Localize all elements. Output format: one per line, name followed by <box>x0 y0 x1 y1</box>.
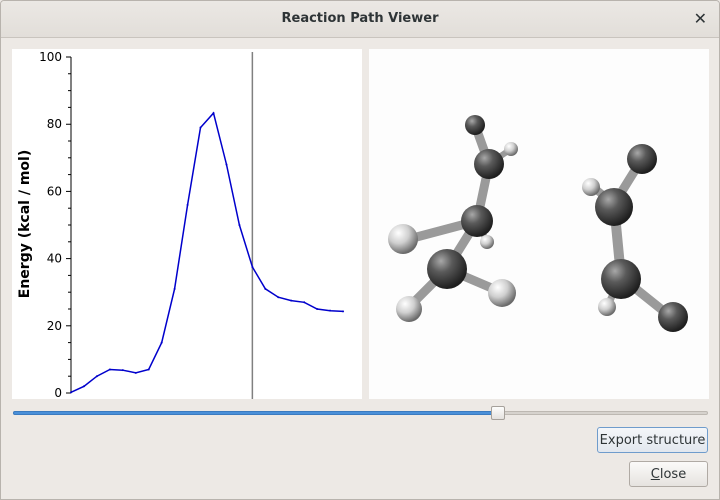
data-point <box>329 309 332 312</box>
data-point <box>277 296 280 299</box>
export-structure-button[interactable]: Export structure <box>597 427 708 453</box>
energy-chart: 0 20 40 60 80 100 Energy (kcal / mol) <box>17 50 345 400</box>
data-point <box>316 308 319 310</box>
energy-series-line <box>70 111 344 393</box>
data-point <box>70 391 72 394</box>
close-label-rest: lose <box>659 466 687 482</box>
close-icon[interactable]: ✕ <box>694 9 707 28</box>
close-button[interactable]: Close <box>629 461 708 487</box>
data-point <box>134 371 137 374</box>
y-tick-label: 40 <box>47 252 62 266</box>
slider-handle[interactable] <box>491 406 506 420</box>
data-point <box>199 126 202 129</box>
path-position-slider[interactable] <box>13 405 708 421</box>
title-bar: Reaction Path Viewer ✕ <box>1 1 719 38</box>
energy-plot-panel: 0 20 40 60 80 100 Energy (kcal / mol) <box>12 49 362 400</box>
y-tick-label: 60 <box>47 184 62 198</box>
y-tick-label: 0 <box>54 386 62 399</box>
molecule-structure <box>388 115 688 332</box>
close-accelerator: C <box>650 466 660 482</box>
window-title: Reaction Path Viewer <box>281 11 439 26</box>
data-point <box>95 375 98 378</box>
y-tick-label: 80 <box>47 117 62 131</box>
data-point <box>342 310 345 313</box>
data-point <box>290 299 293 302</box>
data-point <box>173 287 176 290</box>
data-point <box>108 368 111 371</box>
data-point <box>212 112 215 115</box>
data-point <box>303 301 306 304</box>
data-point <box>225 163 228 166</box>
data-point <box>264 287 267 290</box>
reaction-path-viewer-window: Reaction Path Viewer ✕ 0 20 40 60 80 100 Ener… <box>0 0 720 500</box>
data-point <box>160 341 163 344</box>
data-point <box>147 368 150 371</box>
data-point <box>251 266 254 268</box>
y-tick-label: 100 <box>39 50 62 64</box>
data-point <box>82 385 85 388</box>
data-point <box>186 203 189 206</box>
data-point <box>238 224 241 226</box>
molecule-3d-view[interactable] <box>369 49 709 399</box>
data-point <box>121 369 124 372</box>
y-axis-label: Energy (kcal / mol) <box>17 150 33 298</box>
y-tick-label: 20 <box>47 319 62 333</box>
slider-fill <box>13 411 498 415</box>
